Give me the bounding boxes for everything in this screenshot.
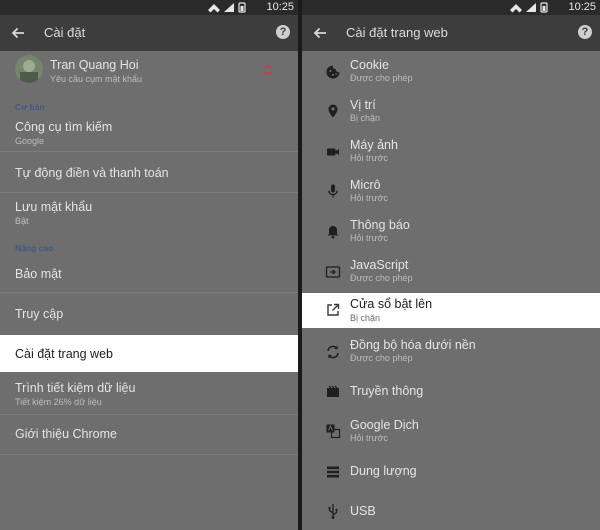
item-summary: Bật	[15, 216, 29, 226]
cookie-item[interactable]: Cookie Được cho phép	[302, 52, 600, 92]
camera-item[interactable]: Máy ảnh Hỏi trước	[302, 132, 600, 172]
status-icons	[510, 2, 548, 13]
section-basic-header: Cơ bản	[15, 102, 45, 112]
item-label: Bảo mật	[15, 267, 62, 281]
notifications-item[interactable]: Thông báo Hỏi trước	[302, 212, 600, 252]
search-engine-item[interactable]: Công cụ tìm kiếm Google	[0, 114, 298, 150]
page-title: Cài đặt	[44, 25, 86, 40]
item-label: Dung lượng	[350, 464, 417, 478]
item-label: Giới thiệu Chrome	[15, 427, 117, 441]
back-arrow-icon[interactable]	[311, 24, 329, 42]
item-label: USB	[350, 504, 376, 518]
item-label: Lưu mật khẩu	[15, 200, 93, 214]
microphone-item[interactable]: Micrô Hỏi trước	[302, 172, 600, 212]
item-label: Micrô	[350, 178, 381, 192]
popups-item[interactable]: Cửa sổ bật lên Bị chặn	[302, 293, 600, 328]
microphone-icon	[328, 184, 338, 198]
usb-icon	[328, 504, 338, 519]
location-icon	[328, 104, 338, 118]
google-translate-item[interactable]: Google Dịch Hỏi trước	[302, 412, 600, 452]
site-settings-item[interactable]: Cài đặt trang web	[0, 335, 298, 372]
item-label: Công cụ tìm kiếm	[15, 120, 113, 134]
javascript-item[interactable]: JavaScript Được cho phép	[302, 252, 600, 292]
app-bar: Cài đặt ?	[0, 15, 298, 51]
status-bar: 10:25	[302, 0, 600, 15]
item-summary: Hỏi trước	[350, 233, 388, 243]
item-label: Truyền thông	[350, 384, 424, 398]
data-saver-item[interactable]: Trình tiết kiệm dữ liệu Tiết kiệm 26% dữ…	[0, 374, 298, 414]
cookie-icon	[326, 65, 340, 79]
item-label: Đồng bộ hóa dưới nền	[350, 338, 476, 352]
usb-item[interactable]: USB	[302, 492, 600, 530]
translate-icon	[326, 424, 341, 439]
location-item[interactable]: Vị trí Bị chặn	[302, 92, 600, 132]
help-icon[interactable]: ?	[276, 25, 290, 39]
status-bar: 10:25	[0, 0, 298, 15]
account-subtitle: Yêu cầu cụm mật khẩu	[50, 74, 143, 84]
item-summary: Hỏi trước	[350, 433, 388, 443]
clock: 10:25	[568, 1, 596, 13]
autofill-item[interactable]: Tự động điền và thanh toán	[0, 152, 298, 192]
item-summary: Hỏi trước	[350, 153, 388, 163]
item-label: Tự động điền và thanh toán	[15, 166, 169, 180]
accessibility-item[interactable]: Truy cập	[0, 293, 298, 334]
app-bar: Cài đặt trang web ?	[302, 15, 600, 51]
item-summary: Google	[15, 136, 45, 146]
clock: 10:25	[266, 1, 294, 13]
sync-icon	[327, 345, 339, 359]
storage-item[interactable]: Dung lượng	[302, 452, 600, 492]
camera-icon	[327, 148, 339, 156]
status-icons	[208, 2, 246, 13]
item-summary: Bị chặn	[350, 113, 381, 123]
security-item[interactable]: Bảo mật	[0, 254, 298, 292]
javascript-icon	[325, 266, 341, 278]
item-summary: Tiết kiệm 26% dữ liệu	[15, 397, 102, 407]
item-label: Truy cập	[15, 307, 64, 321]
storage-icon	[327, 466, 339, 478]
site-settings-screen: 10:25 Cài đặt trang web ? Cookie Được ch…	[302, 0, 600, 530]
help-icon[interactable]: ?	[578, 25, 592, 39]
background-sync-item[interactable]: Đồng bộ hóa dưới nền Được cho phép	[302, 332, 600, 372]
item-summary: Được cho phép	[350, 273, 413, 283]
item-label: Cài đặt trang web	[15, 347, 113, 361]
item-label: Google Dịch	[350, 418, 419, 432]
item-label: Cookie	[350, 58, 389, 72]
page-title: Cài đặt trang web	[346, 25, 448, 40]
media-item[interactable]: Truyền thông	[302, 372, 600, 412]
item-label: Vị trí	[350, 98, 376, 112]
media-icon	[327, 385, 339, 397]
item-summary: Hỏi trước	[350, 193, 388, 203]
item-label: JavaScript	[350, 258, 409, 272]
account-name: Tran Quang Hoi	[50, 58, 139, 72]
item-label: Cửa sổ bật lên	[350, 297, 433, 311]
divider	[0, 454, 298, 455]
avatar	[15, 55, 43, 83]
item-label: Trình tiết kiệm dữ liệu	[15, 381, 136, 395]
settings-screen: 10:25 Cài đặt ? Tran Quang Hoi Yêu cầu c…	[0, 0, 298, 530]
section-advanced-header: Nâng cao	[15, 243, 54, 253]
item-label: Máy ảnh	[350, 138, 398, 152]
item-summary: Được cho phép	[350, 353, 413, 363]
sync-error-icon	[263, 65, 273, 75]
item-summary: Được cho phép	[350, 73, 413, 83]
back-arrow-icon[interactable]	[9, 24, 27, 42]
item-summary: Bị chặn	[350, 313, 381, 323]
save-passwords-item[interactable]: Lưu mật khẩu Bật	[0, 193, 298, 233]
item-label: Thông báo	[350, 218, 410, 232]
popup-icon	[327, 303, 340, 316]
bell-icon	[327, 226, 339, 239]
about-chrome-item[interactable]: Giới thiệu Chrome	[0, 415, 298, 453]
account-row[interactable]: Tran Quang Hoi Yêu cầu cụm mật khẩu	[0, 51, 298, 94]
